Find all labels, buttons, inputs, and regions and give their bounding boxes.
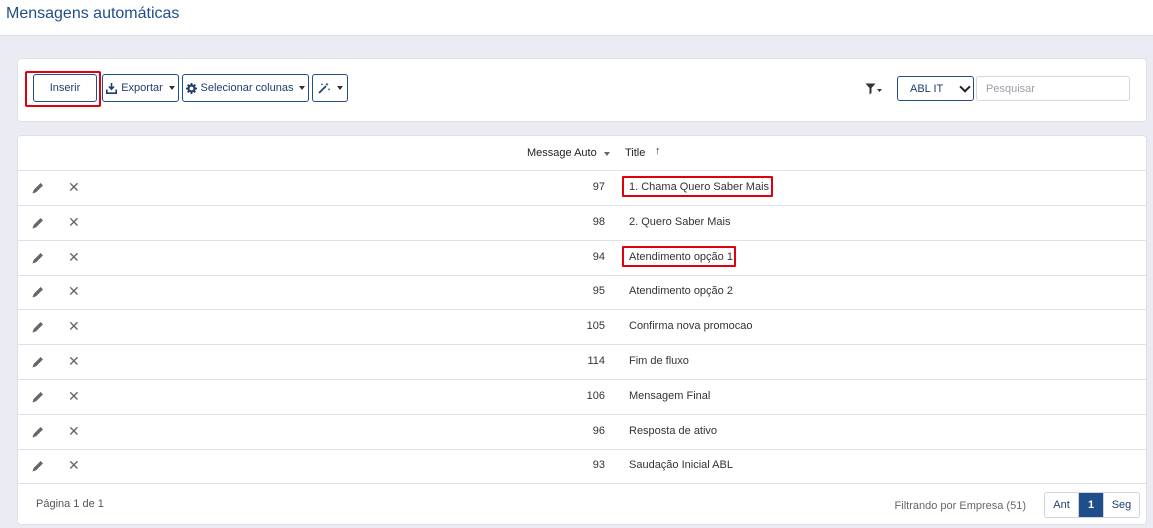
- pencil-icon[interactable]: [31, 320, 45, 334]
- table-card: Message Auto Title ↑ ✕ 97 1. Chama Quero S…: [17, 135, 1147, 525]
- magic-wand-icon: [317, 82, 330, 94]
- column-header-title[interactable]: Title: [625, 147, 645, 159]
- chevron-down-icon: [299, 86, 306, 90]
- table-row[interactable]: ✕ 95 Atendimento opção 2: [18, 275, 1146, 311]
- pencil-icon[interactable]: [31, 181, 45, 195]
- table-header: Message Auto Title ↑: [18, 136, 1146, 171]
- pagination: Ant 1 Seg: [1044, 492, 1140, 518]
- filter-info: Filtrando por Empresa (51): [894, 500, 1026, 512]
- title-highlight: [622, 245, 736, 267]
- sort-ascending-icon[interactable]: ↑: [655, 145, 661, 157]
- delete-icon[interactable]: ✕: [68, 179, 80, 196]
- table-row[interactable]: ✕ 94 Atendimento opção 1: [18, 241, 1146, 276]
- delete-icon[interactable]: ✕: [68, 457, 80, 474]
- message-auto-cell: 97: [592, 181, 605, 193]
- insert-highlight: [25, 71, 101, 107]
- title-cell: 2. Quero Saber Mais: [629, 215, 731, 228]
- table-row[interactable]: ✕ 105 Confirma nova promocao: [18, 310, 1146, 346]
- search-input[interactable]: [976, 76, 1130, 101]
- table-row[interactable]: ✕ 96 Resposta de ativo: [18, 415, 1146, 450]
- page-title: Mensagens automáticas: [6, 5, 180, 22]
- pencil-icon[interactable]: [31, 251, 45, 265]
- title-cell: Mensagem Final: [629, 389, 711, 402]
- page-1-button[interactable]: 1: [1079, 493, 1104, 517]
- select-columns-label: Selecionar colunas: [200, 82, 294, 94]
- pencil-icon[interactable]: [31, 390, 45, 404]
- company-select[interactable]: ABL IT: [897, 76, 974, 101]
- delete-icon[interactable]: ✕: [68, 353, 80, 370]
- export-button[interactable]: Exportar: [102, 74, 179, 102]
- message-auto-cell: 106: [586, 389, 605, 402]
- gear-icon: [185, 82, 197, 94]
- column-header-message-auto[interactable]: Message Auto: [527, 147, 597, 159]
- table-row[interactable]: ✕ 106 Mensagem Final: [18, 380, 1146, 415]
- next-page-button[interactable]: Seg: [1104, 493, 1139, 517]
- table-row[interactable]: ✕ 98 2. Quero Saber Mais: [18, 206, 1146, 241]
- sort-caret-icon[interactable]: [604, 152, 610, 156]
- delete-icon[interactable]: ✕: [68, 388, 80, 405]
- chevron-down-icon: [959, 81, 971, 93]
- pencil-icon[interactable]: [31, 459, 45, 473]
- table-row[interactable]: ✕ 93 Saudação Inicial ABL: [18, 449, 1146, 485]
- title-highlight: [622, 176, 773, 197]
- company-select-value: ABL IT: [910, 82, 944, 95]
- pencil-icon[interactable]: [31, 216, 45, 230]
- delete-icon[interactable]: ✕: [68, 249, 80, 266]
- title-cell: Resposta de ativo: [629, 424, 718, 437]
- top-bar: Mensagens automáticas: [0, 0, 1153, 36]
- message-auto-cell: 98: [592, 215, 605, 228]
- page-info: Página 1 de 1: [36, 498, 104, 510]
- export-button-label: Exportar: [121, 82, 163, 94]
- table-row[interactable]: ✕ 97 1. Chama Quero Saber Mais: [18, 171, 1146, 206]
- download-icon: [106, 82, 118, 94]
- title-cell: Fim de fluxo: [629, 355, 689, 367]
- message-auto-cell: 114: [587, 355, 605, 367]
- delete-icon[interactable]: ✕: [68, 214, 80, 231]
- magic-wand-button[interactable]: [312, 74, 348, 102]
- filter-icon[interactable]: [865, 83, 883, 95]
- chevron-down-icon: [168, 86, 175, 90]
- message-auto-cell: 96: [592, 424, 605, 437]
- delete-icon[interactable]: ✕: [68, 283, 80, 300]
- message-auto-cell: 105: [586, 320, 605, 333]
- message-auto-cell: 95: [592, 285, 605, 298]
- pencil-icon[interactable]: [31, 285, 45, 299]
- title-cell: Confirma nova promocao: [629, 320, 753, 333]
- delete-icon[interactable]: ✕: [68, 318, 80, 335]
- pencil-icon[interactable]: [31, 425, 45, 439]
- delete-icon[interactable]: ✕: [68, 423, 80, 440]
- chevron-down-icon: [336, 86, 343, 90]
- pencil-icon[interactable]: [31, 355, 45, 369]
- title-cell: Saudação Inicial ABL: [629, 459, 733, 472]
- title-cell: Atendimento opção 2: [629, 285, 733, 298]
- message-auto-cell: 93: [592, 459, 605, 472]
- prev-page-button[interactable]: Ant: [1045, 493, 1079, 517]
- table-row[interactable]: ✕ 114 Fim de fluxo: [18, 345, 1146, 380]
- select-columns-button[interactable]: Selecionar colunas: [182, 74, 309, 102]
- message-auto-cell: 94: [592, 250, 605, 263]
